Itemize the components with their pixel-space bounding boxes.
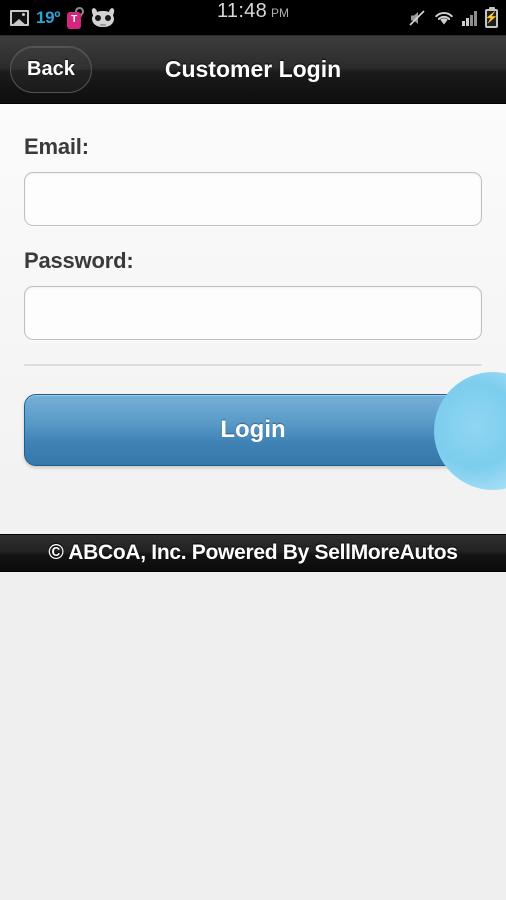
status-bar: 19º T 11:48 PM ⚡ xyxy=(0,0,506,36)
title-bar: Back Customer Login xyxy=(0,36,506,104)
footer-copyright-text: © ABCoA, Inc. Powered By SellMoreAutos xyxy=(48,541,458,564)
status-bar-right-group: ⚡ xyxy=(408,0,498,36)
email-label: Email: xyxy=(24,134,89,159)
wifi-icon xyxy=(434,10,454,26)
clock-time: 11:48 xyxy=(216,0,268,22)
login-button[interactable]: Login xyxy=(24,394,482,466)
password-label: Password: xyxy=(24,248,134,273)
password-input[interactable] xyxy=(24,286,482,340)
login-form-panel: Email: Password: Login xyxy=(0,104,506,534)
battery-bolt-glyph: ⚡ xyxy=(484,11,499,24)
cellular-signal-icon xyxy=(462,10,477,26)
battery-charging-icon: ⚡ xyxy=(484,8,499,28)
back-button[interactable]: Back xyxy=(10,46,92,93)
page-background-area xyxy=(0,572,506,898)
clock-ampm: PM xyxy=(271,6,290,20)
mute-icon xyxy=(408,9,426,27)
footer-bar: © ABCoA, Inc. Powered By SellMoreAutos xyxy=(0,534,506,572)
email-input[interactable] xyxy=(24,172,482,226)
form-divider xyxy=(24,364,482,366)
